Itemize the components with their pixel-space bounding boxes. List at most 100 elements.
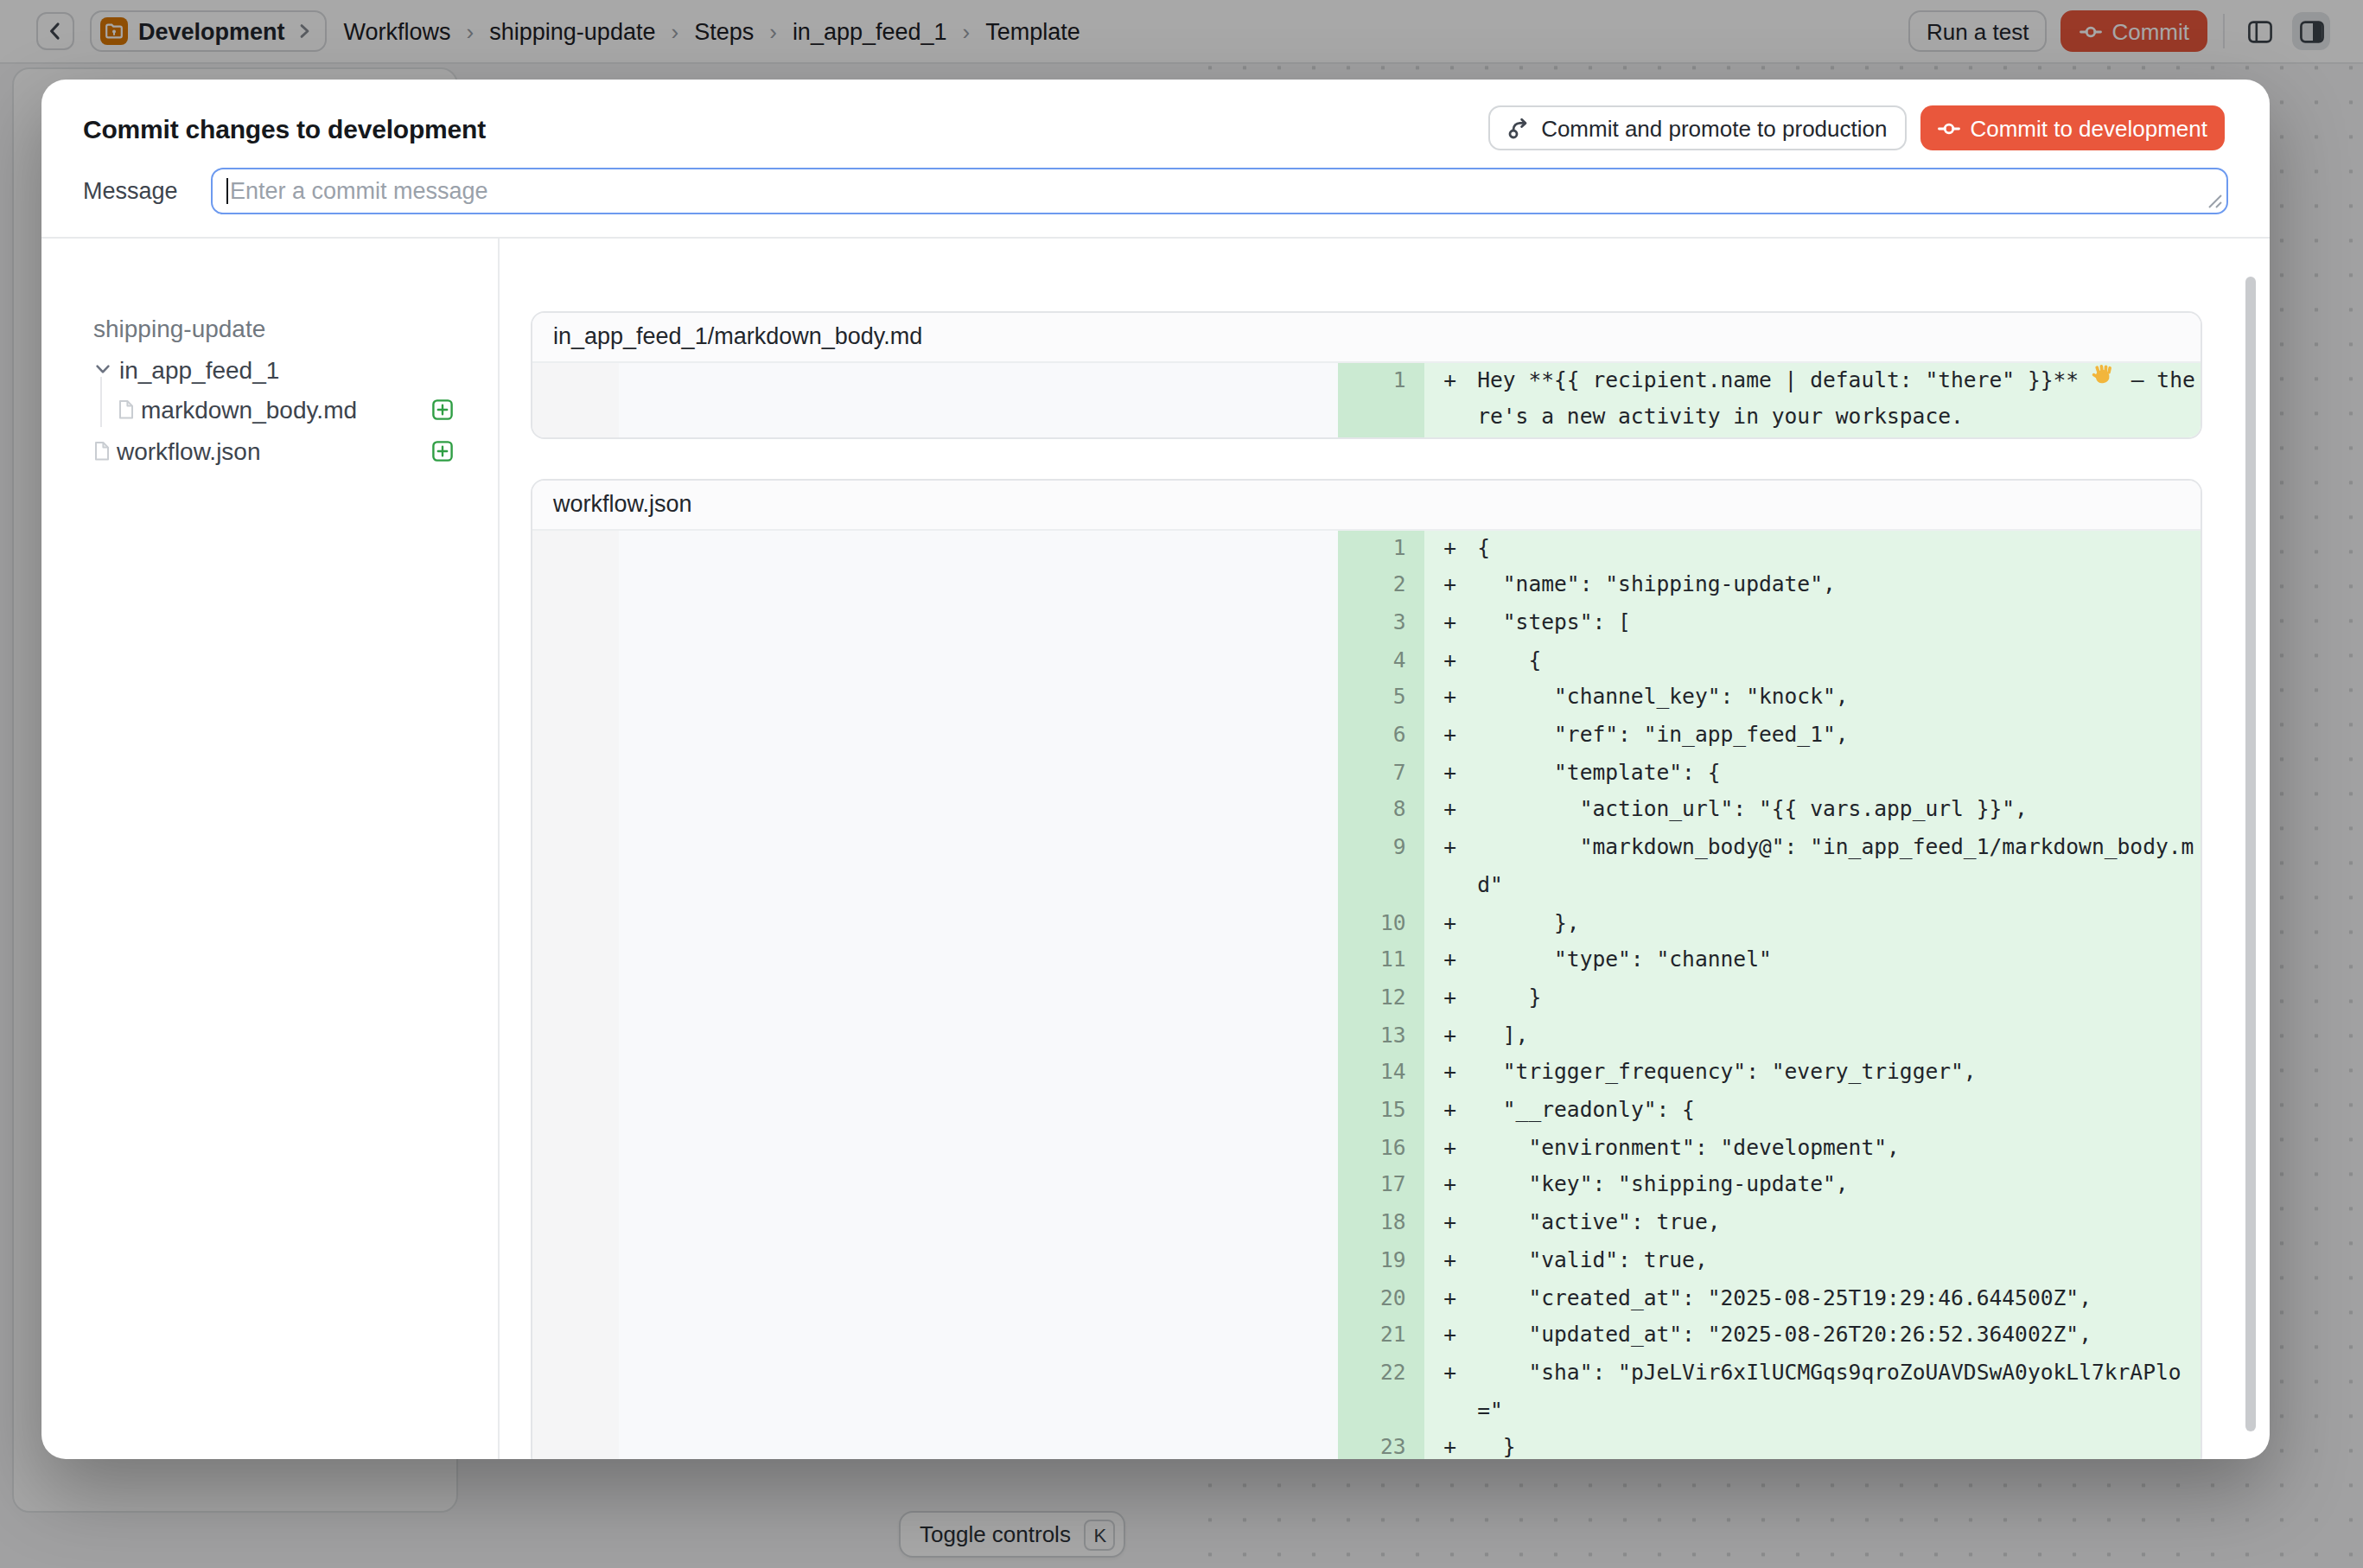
diff-line-number: 7 (1338, 755, 1425, 792)
diff-new-content: + } (1425, 980, 2201, 1017)
tree-indent-guide (100, 377, 102, 426)
commit-promote-button[interactable]: Commit and promote to production (1487, 105, 1906, 150)
diff-line-number: 6 (1338, 717, 1425, 755)
diff-old-gutter (532, 1055, 619, 1093)
diff-new-content: + { (1425, 642, 2201, 679)
diff-line-number: 10 (1338, 905, 1425, 942)
tree-root-workflow: shipping-update (41, 308, 498, 348)
diff-old-gutter (532, 680, 619, 717)
diff-old-gutter (532, 1017, 619, 1055)
diff-add-sign: + (1443, 1168, 1477, 1205)
diff-old-content (619, 1055, 1338, 1093)
diff-line-number: 15 (1338, 1093, 1425, 1130)
diff-line-number: 18 (1338, 1205, 1425, 1242)
diff-old-content (619, 793, 1338, 830)
tree-file-markdown-body[interactable]: markdown_body.md (41, 390, 498, 430)
diff-line: 13+ ], (532, 1017, 2201, 1055)
diff-old-content (619, 1131, 1338, 1168)
diff-new-content: + "key": "shipping-update", (1425, 1168, 2201, 1205)
diff-old-content (619, 942, 1338, 979)
diff-new-content: +Hey **{{ recipient.name | default: "the… (1425, 362, 2201, 437)
diff-add-sign: + (1443, 680, 1477, 717)
diff-old-content (619, 980, 1338, 1017)
commit-development-button[interactable]: Commit to development (1920, 105, 2225, 150)
file-icon (117, 399, 134, 420)
diff-old-content (619, 362, 1338, 437)
diff-line: 16+ "environment": "development", (532, 1131, 2201, 1168)
text-caret (226, 178, 228, 204)
diff-old-content (619, 1243, 1338, 1280)
diff-new-content: + } (1425, 1431, 2201, 1459)
diff-line: 15+ "__readonly": { (532, 1093, 2201, 1130)
diff-old-gutter (532, 605, 619, 642)
diff-old-content (619, 680, 1338, 717)
diff-add-sign: + (1443, 642, 1477, 679)
diff-add-sign: + (1443, 530, 1477, 567)
diff-new-content: + }, (1425, 905, 2201, 942)
diff-new-content: + "ref": "in_app_feed_1", (1425, 717, 2201, 755)
diff-rows: 1+Hey **{{ recipient.name | default: "th… (532, 362, 2201, 437)
diff-old-content (619, 1205, 1338, 1242)
diff-line: 2+ "name": "shipping-update", (532, 567, 2201, 604)
diff-line-number: 19 (1338, 1243, 1425, 1280)
diff-old-content (619, 717, 1338, 755)
diff-line: 5+ "channel_key": "knock", (532, 680, 2201, 717)
diff-line-number: 8 (1338, 793, 1425, 830)
diff-old-gutter (532, 980, 619, 1017)
diff-old-content (619, 1431, 1338, 1459)
diff-line: 6+ "ref": "in_app_feed_1", (532, 717, 2201, 755)
diff-new-content: + "type": "channel" (1425, 942, 2201, 979)
diff-list: in_app_feed_1/markdown_body.md1+Hey **{{… (500, 239, 2270, 1459)
diff-new-content: + "trigger_frequency": "every_trigger", (1425, 1055, 2201, 1093)
modal-title: Commit changes to development (83, 113, 486, 143)
diff-old-gutter (532, 1431, 619, 1459)
diff-new-content: + "sha": "pJeLVir6xIlUCMGqs9qroZoUAVDSwA… (1425, 1355, 2201, 1431)
diff-old-gutter (532, 755, 619, 792)
diff-line-number: 23 (1338, 1431, 1425, 1459)
diff-old-gutter (532, 642, 619, 679)
diff-line: 22+ "sha": "pJeLVir6xIlUCMGqs9qroZoUAVDS… (532, 1355, 2201, 1431)
diff-line-number: 17 (1338, 1168, 1425, 1205)
diff-line-number: 22 (1338, 1355, 1425, 1431)
diff-line-number: 3 (1338, 605, 1425, 642)
diff-line-number: 20 (1338, 1280, 1425, 1317)
diff-line-number: 9 (1338, 830, 1425, 905)
diff-line-number: 1 (1338, 362, 1425, 437)
diff-file-name: workflow.json (532, 480, 2201, 530)
diff-old-gutter (532, 830, 619, 905)
diff-add-sign: + (1443, 567, 1477, 604)
added-file-icon (432, 441, 453, 462)
diff-line: 14+ "trigger_frequency": "every_trigger"… (532, 1055, 2201, 1093)
diff-old-gutter (532, 1280, 619, 1317)
diff-line-number: 14 (1338, 1055, 1425, 1093)
promote-icon (1506, 116, 1531, 140)
diff-line: 20+ "created_at": "2025-08-25T19:29:46.6… (532, 1280, 2201, 1317)
diff-old-content (619, 1355, 1338, 1431)
diff-old-gutter (532, 1168, 619, 1205)
diff-old-gutter (532, 1318, 619, 1355)
diff-line: 4+ { (532, 642, 2201, 679)
tree-folder-in-app-feed[interactable]: in_app_feed_1 (41, 348, 498, 389)
diff-rows: 1+{2+ "name": "shipping-update",3+ "step… (532, 530, 2201, 1459)
diff-old-gutter (532, 717, 619, 755)
changed-files-tree: shipping-update in_app_feed_1 markdown_b… (41, 239, 498, 1459)
tree-file-workflow-json[interactable]: workflow.json (41, 430, 498, 471)
resize-grip-icon[interactable] (2207, 194, 2223, 209)
diff-old-gutter (532, 1243, 619, 1280)
diff-card: workflow.json1+{2+ "name": "shipping-upd… (531, 478, 2202, 1459)
diff-new-content: + "valid": true, (1425, 1243, 2201, 1280)
message-label: Message (83, 178, 211, 204)
diff-line: 3+ "steps": [ (532, 605, 2201, 642)
diff-old-content (619, 605, 1338, 642)
diff-add-sign: + (1443, 1017, 1477, 1055)
diff-add-sign: + (1443, 1131, 1477, 1168)
diff-old-content (619, 1318, 1338, 1355)
commit-icon (1937, 117, 1959, 139)
diff-line: 23+ } (532, 1431, 2201, 1459)
diff-line: 11+ "type": "channel" (532, 942, 2201, 979)
diff-line-number: 11 (1338, 942, 1425, 979)
diff-line-number: 2 (1338, 567, 1425, 604)
modal-scrollbar[interactable] (2245, 277, 2255, 1431)
diff-file-name: in_app_feed_1/markdown_body.md (532, 312, 2201, 362)
commit-message-input[interactable]: Enter a commit message (211, 168, 2228, 214)
